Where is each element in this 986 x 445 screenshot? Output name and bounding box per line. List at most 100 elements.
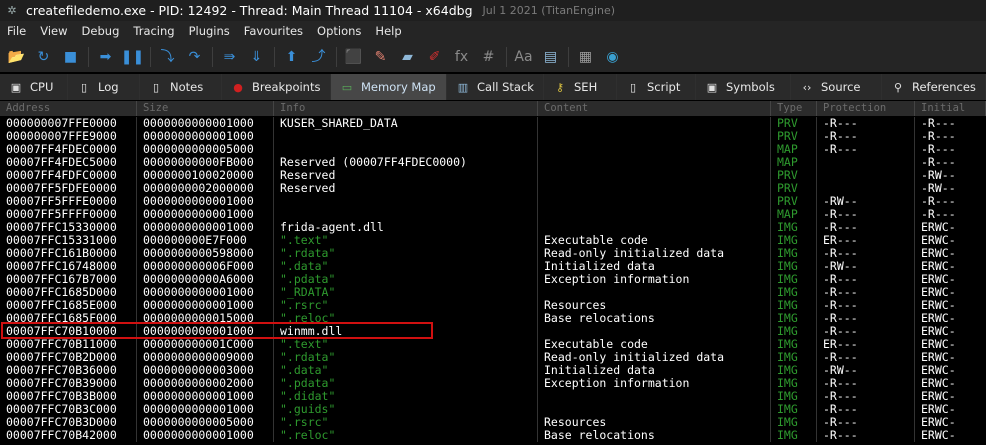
calculator-icon[interactable]: ▦ bbox=[574, 45, 597, 69]
table-row[interactable]: 00007FFC161B0000 0000000000598000 ".rdata"… bbox=[0, 247, 986, 260]
column-header-address[interactable]: Address bbox=[0, 101, 137, 116]
cell-size: 0000000000001000 bbox=[143, 195, 254, 208]
table-row[interactable]: 00007FFC70B36000 0000000000003000 ".data" I… bbox=[0, 364, 986, 377]
column-divider bbox=[816, 416, 817, 429]
menu-options[interactable]: Options bbox=[310, 21, 368, 42]
column-divider bbox=[537, 195, 538, 208]
table-row[interactable]: 00007FFC15331000 000000000E7F000 ".text" Ex… bbox=[0, 234, 986, 247]
cell-type: IMG bbox=[777, 286, 798, 299]
hash-icon[interactable]: # bbox=[477, 45, 500, 69]
comment-icon[interactable]: ▰ bbox=[396, 45, 419, 69]
table-row[interactable]: 00007FF4FDEC0000 0000000000005000 MAP -R---… bbox=[0, 143, 986, 156]
table-row[interactable]: 00007FF4FDEC5000 00000000000FB000 Reserved… bbox=[0, 156, 986, 169]
tab-log[interactable]: ▯ Log bbox=[68, 74, 140, 100]
column-divider bbox=[136, 143, 137, 156]
table-row[interactable]: 00007FF5FDFE0000 0000000002000000 Reserved… bbox=[0, 182, 986, 195]
menu-file[interactable]: File bbox=[0, 21, 33, 42]
table-row[interactable]: 00007FFC1685E000 0000000000001000 ".rsrc" R… bbox=[0, 299, 986, 312]
table-row[interactable]: 00007FF5FFFE0000 0000000000001000 PRV -RW--… bbox=[0, 195, 986, 208]
font-icon[interactable]: Aa bbox=[512, 45, 535, 69]
trace-into-icon[interactable]: ⇛ bbox=[218, 45, 241, 69]
column-header-info[interactable]: Info bbox=[274, 101, 538, 116]
column-header-type[interactable]: Type bbox=[771, 101, 817, 116]
column-header-protection[interactable]: Protection bbox=[817, 101, 915, 116]
table-row[interactable]: 00007FFC167B7000 00000000000A6000 ".pdata"… bbox=[0, 273, 986, 286]
cell-type: IMG bbox=[777, 403, 798, 416]
column-divider bbox=[816, 286, 817, 299]
table-row[interactable]: 00007FFC70B10000 0000000000001000 winmm.dl… bbox=[0, 325, 986, 338]
cell-info: ".text" bbox=[280, 234, 329, 247]
step-over-icon[interactable]: ↷ bbox=[183, 45, 206, 69]
toolbar: 📂 ↻ ■ ➡ ❚❚ ⤵ ↷ ⇛ ⇓ ⬆ ⤴ ⬛ ✎ ▰ ✐ fx # Aa ▤ ▦ ◉ bbox=[0, 42, 986, 72]
open-icon[interactable]: 📂 bbox=[5, 45, 28, 69]
restart-icon[interactable]: ↻ bbox=[32, 45, 55, 69]
table-row[interactable]: 000000007FFE0000 0000000000001000 KUSER_SH… bbox=[0, 117, 986, 130]
cell-address: 00007FF5FFFE0000 bbox=[6, 195, 117, 208]
run-icon[interactable]: ➡ bbox=[94, 45, 117, 69]
tab-notes[interactable]: ▯ Notes bbox=[140, 74, 222, 100]
cell-initial: ERWC- bbox=[921, 299, 956, 312]
cell-info: ".guids" bbox=[280, 403, 336, 416]
cell-initial: ERWC- bbox=[921, 234, 956, 247]
menu-view[interactable]: View bbox=[33, 21, 74, 42]
execute-till-return-icon[interactable]: ⬆ bbox=[280, 45, 303, 69]
tab-source[interactable]: ‹› Source bbox=[791, 74, 882, 100]
tab-references[interactable]: ⚲ References bbox=[882, 74, 986, 100]
cell-type: PRV bbox=[777, 169, 798, 182]
tab-seh[interactable]: ⚷ SEH bbox=[544, 74, 617, 100]
column-header-content[interactable]: Content bbox=[538, 101, 771, 116]
trace-over-icon[interactable]: ⇓ bbox=[245, 45, 268, 69]
table-row[interactable]: 000000007FFE9000 0000000000001000 PRV -R---… bbox=[0, 130, 986, 143]
run-to-user-code-icon[interactable]: ⤴ bbox=[307, 45, 330, 69]
menu-debug[interactable]: Debug bbox=[75, 21, 127, 42]
cell-type: IMG bbox=[777, 234, 798, 247]
menu-favourites[interactable]: Favourites bbox=[237, 21, 310, 42]
table-row[interactable]: 00007FFC1685D000 0000000000001000 "_RDATA"… bbox=[0, 286, 986, 299]
column-header-size[interactable]: Size bbox=[137, 101, 274, 116]
stop-icon[interactable]: ■ bbox=[59, 45, 82, 69]
table-row[interactable]: 00007FFC1685F000 0000000000015000 ".reloc"… bbox=[0, 312, 986, 325]
cell-size: 0000000000001000 bbox=[143, 429, 254, 442]
tab-symbols[interactable]: ▣ Symbols bbox=[696, 74, 791, 100]
tab-cpu[interactable]: ▣ CPU bbox=[0, 74, 68, 100]
column-divider bbox=[273, 208, 274, 221]
tab-bar: ▣ CPU ▯ Log ▯ Notes ● Breakpoints ▭ Memory Map ▥ Ca… bbox=[0, 74, 986, 100]
table-row[interactable]: 00007FFC70B42000 0000000000001000 ".reloc"… bbox=[0, 429, 986, 442]
table-row[interactable]: 00007FFC70B39000 0000000000002000 ".pdata"… bbox=[0, 377, 986, 390]
column-divider bbox=[770, 377, 771, 390]
step-into-icon[interactable]: ⤵ bbox=[156, 45, 179, 69]
column-divider bbox=[770, 312, 771, 325]
scylla-icon[interactable]: ⬛ bbox=[342, 45, 365, 69]
table-row[interactable]: 00007FFC70B3D000 0000000000005000 ".rsrc" R… bbox=[0, 416, 986, 429]
tab-script[interactable]: ▯ Script bbox=[617, 74, 696, 100]
cell-protection: -R--- bbox=[823, 117, 858, 130]
strings-icon[interactable]: ▤ bbox=[539, 45, 562, 69]
column-divider bbox=[136, 299, 137, 312]
table-row[interactable]: 00007FFC70B11000 000000000001C000 ".text" E… bbox=[0, 338, 986, 351]
menu-help[interactable]: Help bbox=[368, 21, 408, 42]
table-row[interactable]: 00007FF5FFFF0000 0000000000001000 MAP -R---… bbox=[0, 208, 986, 221]
menu-tracing[interactable]: Tracing bbox=[126, 21, 181, 42]
globe-icon[interactable]: ◉ bbox=[601, 45, 624, 69]
function-icon[interactable]: fx bbox=[450, 45, 473, 69]
column-divider bbox=[816, 299, 817, 312]
tab-call-stack[interactable]: ▥ Call Stack bbox=[447, 74, 544, 100]
table-row[interactable]: 00007FF4FDFC0000 0000000100020000 Reserved… bbox=[0, 169, 986, 182]
table-row[interactable]: 00007FFC70B3C000 0000000000001000 ".guids"… bbox=[0, 403, 986, 416]
pause-icon[interactable]: ❚❚ bbox=[121, 45, 144, 69]
table-row[interactable]: 00007FFC70B3B000 0000000000001000 ".didat"… bbox=[0, 390, 986, 403]
table-row[interactable]: 00007FFC70B2D000 0000000000009000 ".rdata"… bbox=[0, 351, 986, 364]
table-row[interactable]: 00007FFC15330000 0000000000001000 frida-ag… bbox=[0, 221, 986, 234]
column-header-initial[interactable]: Initial bbox=[915, 101, 986, 116]
patch-icon[interactable]: ✎ bbox=[369, 45, 392, 69]
table-row[interactable]: 00007FFC16748000 000000000006F000 ".data" I… bbox=[0, 260, 986, 273]
column-divider bbox=[770, 117, 771, 130]
cell-info bbox=[274, 195, 538, 208]
tab-label: CPU bbox=[30, 80, 54, 94]
tab-memory-map[interactable]: ▭ Memory Map bbox=[331, 74, 447, 100]
x64dbg-app-icon[interactable]: ✲ bbox=[4, 4, 20, 18]
label-icon[interactable]: ✐ bbox=[423, 45, 446, 69]
menu-plugins[interactable]: Plugins bbox=[182, 21, 237, 42]
column-divider bbox=[537, 156, 538, 169]
tab-breakpoints[interactable]: ● Breakpoints bbox=[222, 74, 331, 100]
